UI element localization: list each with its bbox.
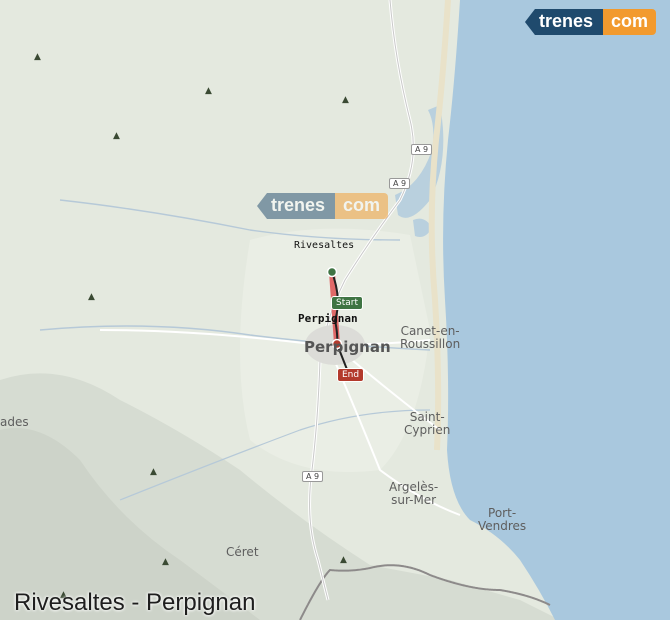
station-origin-label[interactable]: Rivesaltes [294,240,354,251]
tree-icon: ▲ [162,557,169,567]
tree-icon: ▲ [88,292,95,302]
tree-icon: ▲ [342,95,349,105]
tree-icon: ▲ [340,555,347,565]
start-tag[interactable]: Start [331,296,363,310]
place-saint-cyprien: Saint- Cyprien [404,410,451,437]
place-argeles: Argelès- sur-Mer [389,480,439,507]
start-pin-icon [326,266,338,278]
tree-icon: ▲ [150,467,157,477]
watermark-logo: trenes com [257,193,389,219]
end-tag[interactable]: End [337,368,365,382]
road-shield: A 9 [302,471,324,482]
route-title: Rivesaltes - Perpignan [14,589,256,616]
map-base [0,0,670,620]
watermark-right: com [335,193,389,219]
place-perpignan: Perpignan [304,338,391,356]
logo-left: trenes [524,9,603,35]
tree-icon: ▲ [34,52,41,62]
logo-right: com [602,9,656,35]
tree-icon: ▲ [205,86,212,96]
road-shield: A 9 [411,144,433,155]
tree-icon: ▲ [113,131,120,141]
road-shield: A 9 [389,178,411,189]
place-canet: Canet-en- Roussillon [400,324,461,351]
place-ceret: Céret [226,545,259,559]
trenes-logo[interactable]: trenes com [524,9,656,35]
place-port-vendres: Port- Vendres [478,506,527,533]
watermark-left: trenes [257,193,336,219]
route-map[interactable]: ▲ ▲ ▲ ▲ ▲ ▲ ▲ ▲ ▲ A 9 A 9 A 9 trenes com … [0,0,670,620]
station-destination-label[interactable]: Perpignan [298,312,358,325]
place-prades: ades [0,415,29,429]
